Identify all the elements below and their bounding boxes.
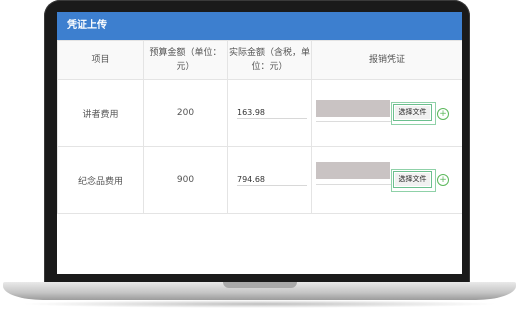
item-name: 讲者费用 — [57, 79, 144, 147]
plus-circle-icon[interactable]: + — [437, 174, 449, 186]
item-name: 纪念品费用 — [57, 146, 144, 214]
plus-circle-icon[interactable]: + — [437, 108, 449, 120]
header-item: 项目 — [57, 40, 144, 80]
budget-amount: 900 — [143, 146, 228, 214]
voucher-preview — [316, 162, 390, 179]
header-voucher: 报销凭证 — [311, 40, 462, 80]
voucher-table: 项目 预算金额（单位：元） 实际金额（含税，单位：元） 报销凭证 讲者费用 20… — [57, 40, 462, 214]
header-actual: 实际金额（含税，单位：元） — [227, 40, 312, 80]
panel-title: 凭证上传 — [57, 12, 462, 40]
voucher-preview-underline — [316, 184, 392, 185]
voucher-preview-underline — [316, 121, 392, 122]
table-row: 纪念品费用 900 选择文件 + — [57, 146, 462, 214]
choose-file-button[interactable]: 选择文件 — [393, 104, 432, 121]
laptop-shadow — [20, 300, 499, 308]
table-row: 讲者费用 200 选择文件 + — [57, 79, 462, 147]
voucher-preview — [316, 100, 390, 117]
actual-amount-cell — [227, 146, 312, 214]
voucher-cell: 选择文件 + — [311, 146, 462, 214]
choose-file-button[interactable]: 选择文件 — [393, 171, 432, 188]
actual-amount-input[interactable] — [237, 174, 307, 186]
voucher-cell: 选择文件 + — [311, 79, 462, 147]
laptop-notch — [223, 282, 297, 288]
budget-amount: 200 — [143, 79, 228, 147]
actual-amount-input[interactable] — [237, 107, 307, 119]
actual-amount-cell — [227, 79, 312, 147]
screen: 凭证上传 项目 预算金额（单位：元） 实际金额（含税，单位：元） 报销凭证 讲者… — [57, 12, 462, 274]
header-budget: 预算金额（单位：元） — [143, 40, 228, 80]
table-header-row: 项目 预算金额（单位：元） 实际金额（含税，单位：元） 报销凭证 — [57, 40, 462, 80]
